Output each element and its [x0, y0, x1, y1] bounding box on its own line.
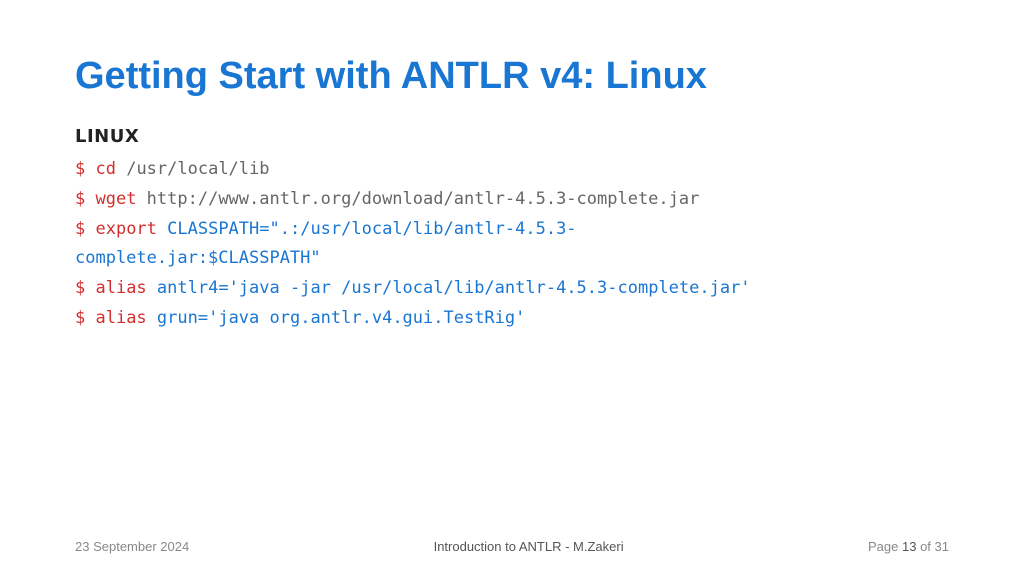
- code-line: $ cd /usr/local/lib: [75, 155, 949, 185]
- command: wget: [95, 189, 146, 209]
- slide-title: Getting Start with ANTLR v4: Linux: [75, 55, 949, 98]
- code-line: complete.jar:$CLASSPATH": [75, 244, 949, 274]
- string: ".:/usr/local/lib/antlr-4.5.3-: [270, 219, 577, 239]
- page-total: of 31: [920, 539, 949, 554]
- footer: 23 September 2024 Introduction to ANTLR …: [0, 539, 1024, 554]
- code-line: $ alias antlr4='java -jar /usr/local/lib…: [75, 274, 949, 304]
- string: 'java org.antlr.v4.gui.TestRig': [208, 308, 525, 328]
- command: export: [95, 219, 167, 239]
- command: alias: [95, 308, 156, 328]
- keyword: grun=: [157, 308, 208, 328]
- keyword: CLASSPATH=: [167, 219, 269, 239]
- argument: http://www.antlr.org/download/antlr-4.5.…: [147, 189, 700, 209]
- prompt: $: [75, 219, 95, 239]
- prompt: $: [75, 308, 95, 328]
- prompt: $: [75, 159, 95, 179]
- prompt: $: [75, 189, 95, 209]
- command: cd: [95, 159, 126, 179]
- prompt: $: [75, 278, 95, 298]
- code-line: $ export CLASSPATH=".:/usr/local/lib/ant…: [75, 215, 949, 245]
- slide: Getting Start with ANTLR v4: Linux LINUX…: [0, 0, 1024, 334]
- footer-title: Introduction to ANTLR - M.Zakeri: [434, 539, 624, 554]
- code-line: $ wget http://www.antlr.org/download/ant…: [75, 185, 949, 215]
- string: complete.jar:$CLASSPATH": [75, 248, 321, 268]
- footer-page: Page 13 of 31: [868, 539, 949, 554]
- argument: /usr/local/lib: [126, 159, 269, 179]
- code-block: $ cd /usr/local/lib $ wget http://www.an…: [75, 155, 949, 334]
- string: 'java -jar /usr/local/lib/antlr-4.5.3-co…: [229, 278, 751, 298]
- code-line: $ alias grun='java org.antlr.v4.gui.Test…: [75, 304, 949, 334]
- keyword: antlr4=: [157, 278, 229, 298]
- page-label: Page: [868, 539, 898, 554]
- footer-date: 23 September 2024: [75, 539, 189, 554]
- command: alias: [95, 278, 156, 298]
- page-number: 13: [902, 539, 916, 554]
- section-subhead: LINUX: [75, 126, 949, 147]
